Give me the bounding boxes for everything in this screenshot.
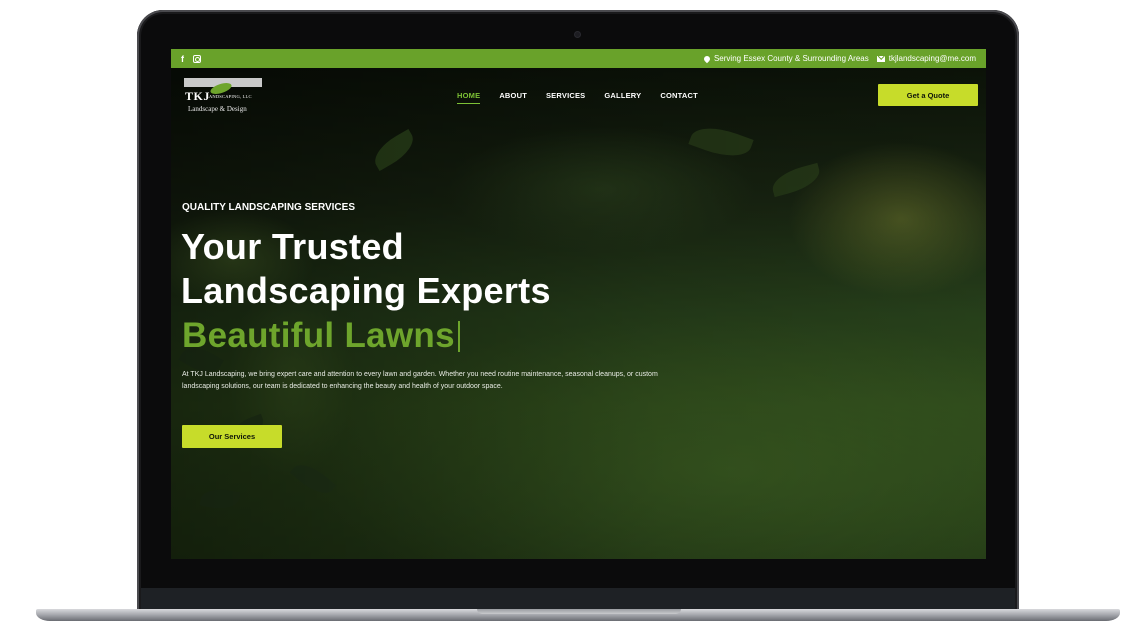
logo-brand-suffix: LANDSCAPING, LLC (206, 94, 252, 99)
social-links: f (181, 54, 201, 64)
get-a-quote-button[interactable]: Get a Quote (878, 84, 978, 106)
main-nav: HOME ABOUT SERVICES GALLERY CONTACT (457, 91, 698, 104)
nav-contact[interactable]: CONTACT (660, 91, 698, 104)
website-screen: f Serving Essex County & Surrounding Are… (171, 49, 986, 559)
typed-text-value: Beautiful Lawns (182, 316, 455, 355)
map-pin-icon (702, 54, 712, 63)
hero-headline-line2: Landscaping Experts (181, 270, 551, 311)
logo-tagline: Landscape & Design (188, 105, 247, 113)
laptop-chin (141, 588, 1015, 610)
email-link[interactable]: tkjlandscaping@me.com (889, 54, 976, 63)
laptop-notch (477, 609, 681, 614)
nav-about[interactable]: ABOUT (499, 91, 527, 104)
email-info[interactable]: tkjlandscaping@me.com (876, 54, 976, 63)
nav-gallery[interactable]: GALLERY (604, 91, 641, 104)
typing-caret (457, 320, 460, 352)
hero-eyebrow: QUALITY LANDSCAPING SERVICES (182, 202, 355, 213)
hero-description: At TKJ Landscaping, we bring expert care… (182, 371, 658, 390)
site-header: TKJ LANDSCAPING, LLC Landscape & Design … (171, 68, 986, 123)
nav-home[interactable]: HOME (457, 91, 481, 104)
location-info: Serving Essex County & Surrounding Areas (702, 54, 869, 63)
hero-typed-text: Beautiful Lawns (182, 316, 460, 356)
contact-info: Serving Essex County & Surrounding Areas… (702, 54, 976, 63)
location-text: Serving Essex County & Surrounding Areas (713, 54, 869, 63)
facebook-icon[interactable]: f (181, 54, 184, 64)
our-services-button[interactable]: Our Services (182, 425, 282, 448)
instagram-icon[interactable] (193, 54, 201, 63)
top-info-bar: f Serving Essex County & Surrounding Are… (171, 49, 986, 68)
envelope-icon (876, 55, 885, 62)
site-logo[interactable]: TKJ LANDSCAPING, LLC Landscape & Design (184, 78, 264, 116)
hero-headline: Your Trusted Landscaping Experts (181, 225, 551, 313)
nav-services[interactable]: SERVICES (546, 91, 585, 104)
webcam (575, 32, 580, 37)
hero-headline-line1: Your Trusted (181, 226, 404, 267)
